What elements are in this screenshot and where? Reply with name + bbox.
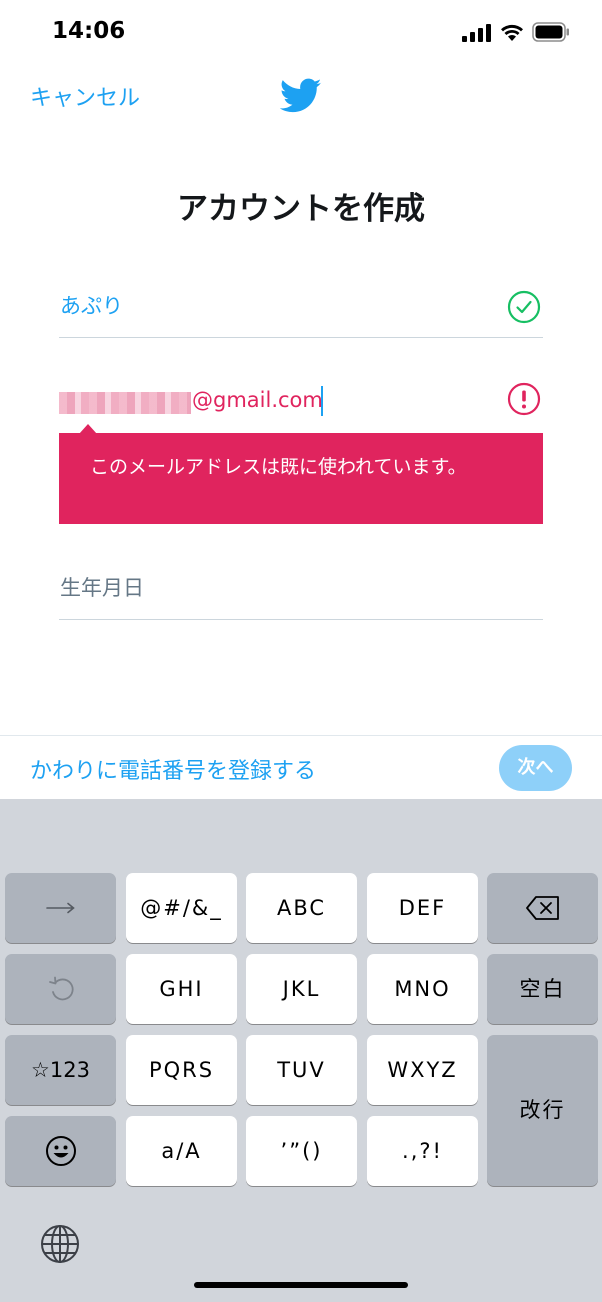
arrow-right-icon — [45, 902, 75, 914]
key-abc[interactable]: ABC — [246, 873, 357, 943]
home-indicator — [194, 1282, 408, 1288]
battery-icon — [532, 22, 569, 42]
register-phone-link[interactable]: かわりに電話番号を登録する — [30, 753, 316, 785]
key-jkl[interactable]: JKL — [246, 954, 357, 1024]
undo-key[interactable] — [5, 954, 116, 1024]
check-circle-icon — [507, 290, 541, 324]
keyboard: ☆123 @#/&_ ABC DEF GHI JKL MNO 空白 PQRS T… — [0, 799, 602, 1302]
error-tooltip-arrow — [79, 424, 97, 434]
key-punctuation[interactable]: .,?! — [367, 1116, 478, 1186]
undo-icon — [48, 976, 74, 1001]
key-quotes[interactable]: ’”() — [246, 1116, 357, 1186]
twitter-bird-icon — [280, 78, 322, 113]
key-case-toggle[interactable]: a/A — [126, 1116, 237, 1186]
email-domain: @gmail.com — [192, 388, 323, 412]
globe-icon[interactable] — [40, 1224, 80, 1264]
alert-circle-icon — [507, 382, 541, 416]
birthday-field[interactable]: 生年月日 — [59, 562, 543, 620]
return-key[interactable]: 改行 — [487, 1035, 598, 1186]
cancel-button[interactable]: キャンセル — [30, 80, 140, 112]
key-ghi[interactable]: GHI — [126, 954, 237, 1024]
birthday-placeholder: 生年月日 — [60, 576, 144, 600]
email-field[interactable]: @gmail.com — [59, 376, 543, 428]
key-symbols[interactable]: @#/&_ — [126, 873, 237, 943]
space-key[interactable]: 空白 — [487, 954, 598, 1024]
status-time: 14:06 — [52, 18, 126, 44]
email-error-tooltip: このメールアドレスは既に使われています。 — [59, 424, 543, 524]
numbers-key[interactable]: ☆123 — [5, 1035, 116, 1105]
backspace-icon — [525, 896, 559, 920]
bottom-bar: かわりに電話番号を登録する 次へ — [0, 735, 602, 799]
page-title: アカウントを作成 — [177, 191, 425, 227]
key-tuv[interactable]: TUV — [246, 1035, 357, 1105]
cellular-signal-icon — [462, 24, 491, 42]
key-pqrs[interactable]: PQRS — [126, 1035, 237, 1105]
text-cursor — [321, 386, 323, 416]
wifi-icon — [501, 24, 523, 41]
name-field[interactable]: あぷり — [59, 280, 543, 338]
emoji-key[interactable] — [5, 1116, 116, 1186]
status-bar: 14:06 — [0, 0, 602, 66]
name-value: あぷり — [60, 294, 123, 318]
emoji-icon — [45, 1136, 76, 1166]
key-mno[interactable]: MNO — [367, 954, 478, 1024]
key-wxyz[interactable]: WXYZ — [367, 1035, 478, 1105]
delete-key[interactable] — [487, 873, 598, 943]
error-message: このメールアドレスは既に使われています。 — [90, 456, 467, 478]
email-username-redacted — [59, 392, 191, 414]
next-candidate-key[interactable] — [5, 873, 116, 943]
key-def[interactable]: DEF — [367, 873, 478, 943]
next-button[interactable]: 次へ — [499, 745, 572, 791]
